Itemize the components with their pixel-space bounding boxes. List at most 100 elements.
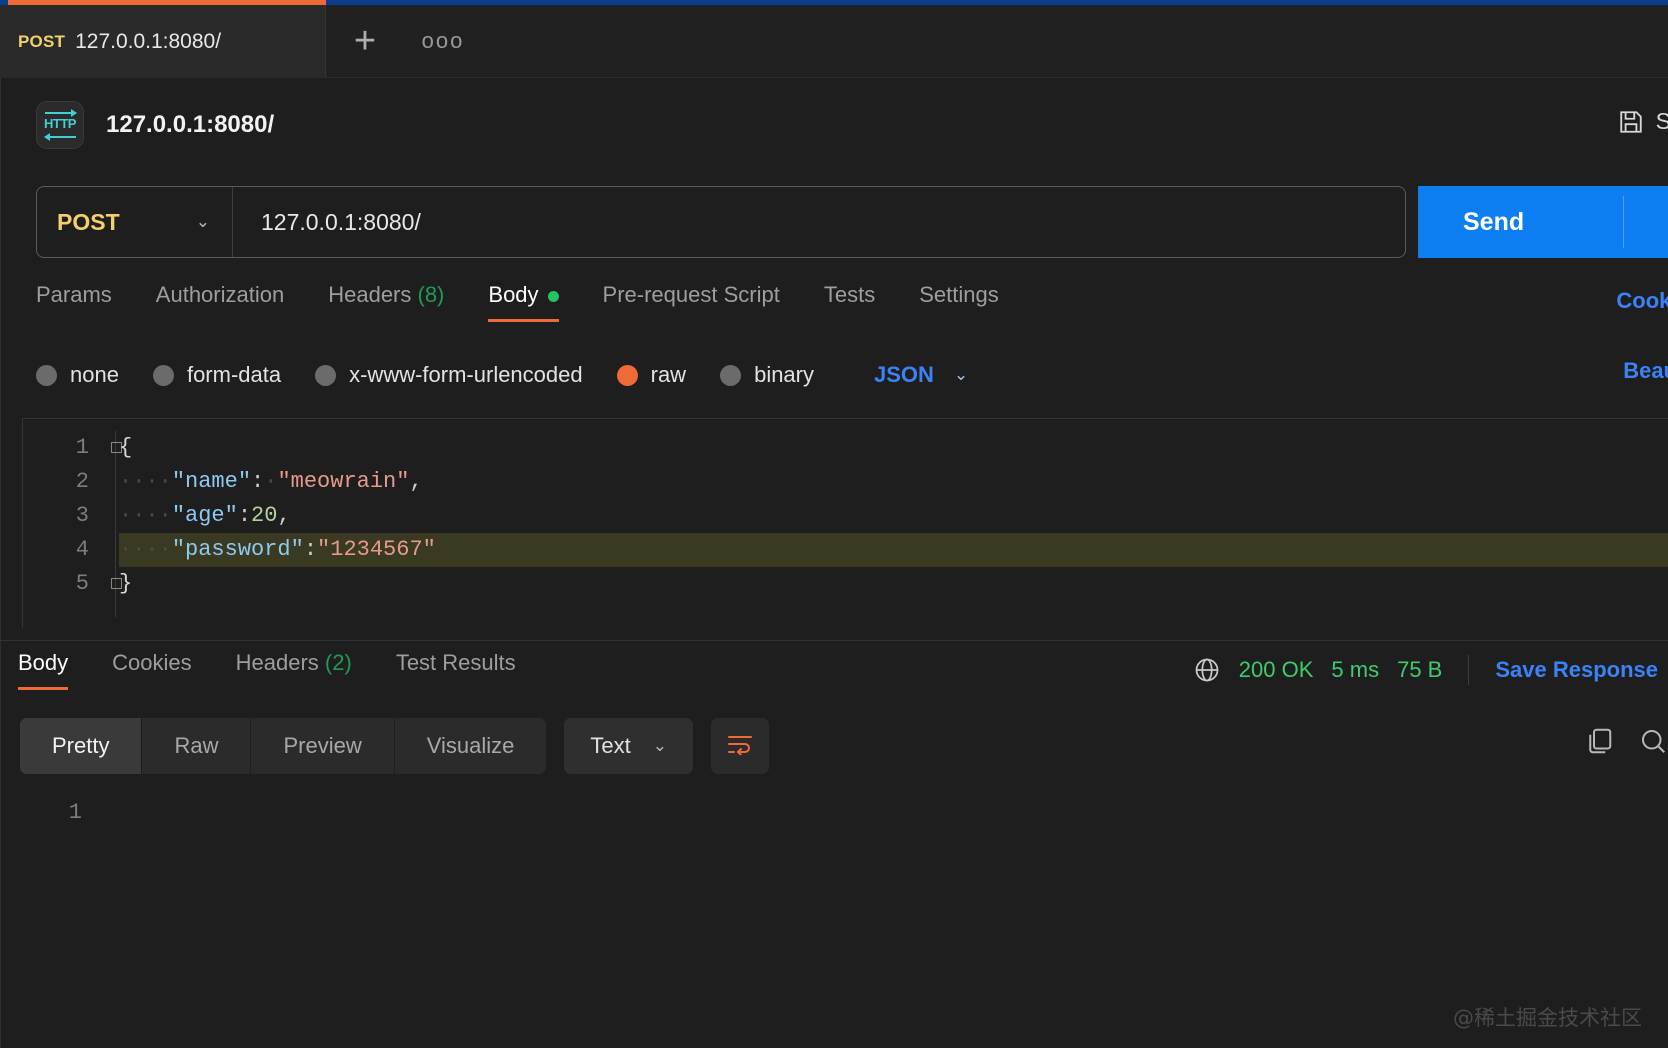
view-mode-pretty[interactable]: Pretty	[20, 718, 142, 774]
body-type-urlencoded[interactable]: x-www-form-urlencoded	[315, 362, 583, 388]
line-number: 1	[23, 431, 101, 465]
tab-params-label: Params	[36, 282, 112, 307]
response-status-code: 200 OK	[1239, 657, 1314, 683]
floppy-disk-icon	[1618, 109, 1644, 135]
save-button[interactable]: Save	[1618, 108, 1668, 135]
response-tab-headers-label: Headers	[236, 650, 319, 675]
body-type-none[interactable]: none	[36, 362, 119, 388]
line-number: 4	[23, 533, 101, 567]
save-button-label: Save	[1656, 108, 1668, 135]
response-tab-cookies-label: Cookies	[112, 650, 191, 675]
line-number: 3	[23, 499, 101, 533]
response-tab-body-label: Body	[18, 650, 68, 675]
wrap-lines-icon	[726, 733, 754, 760]
response-tab-headers-count: (2)	[325, 650, 352, 675]
request-tab-title: 127.0.0.1:8080/	[75, 30, 221, 54]
beautify-link[interactable]: Beautify	[1623, 358, 1668, 384]
tab-headers[interactable]: Headers (8)	[306, 282, 466, 322]
body-type-form-data-label: form-data	[187, 362, 281, 388]
wrap-lines-button[interactable]	[711, 718, 769, 774]
status-divider	[1468, 655, 1469, 685]
tab-params[interactable]: Params	[36, 282, 134, 322]
editor-line-numbers: 1 2 3 4 5	[23, 431, 101, 601]
tab-pre-request-script[interactable]: Pre-request Script	[581, 282, 802, 322]
response-tab-test-results-label: Test Results	[396, 650, 516, 675]
body-type-selector: none form-data x-www-form-urlencoded raw…	[36, 355, 1456, 395]
body-type-urlencoded-label: x-www-form-urlencoded	[349, 362, 583, 388]
view-mode-raw-label: Raw	[174, 733, 218, 759]
view-mode-raw[interactable]: Raw	[142, 718, 251, 774]
send-button-label: Send	[1463, 208, 1524, 237]
cookies-link[interactable]: Cookies	[1616, 288, 1668, 314]
response-line-number: 1	[42, 800, 82, 825]
tab-headers-label: Headers	[328, 282, 411, 307]
line-number: 5	[23, 567, 101, 601]
save-response-button[interactable]: Save Response	[1495, 657, 1658, 683]
tab-body[interactable]: Body	[466, 282, 580, 322]
request-tabs: Params Authorization Headers (8) Body Pr…	[36, 282, 1456, 328]
code-line: {	[119, 431, 1668, 465]
body-format-select[interactable]: JSON ⌄	[874, 362, 968, 388]
radio-icon	[720, 365, 741, 386]
watermark: @稀土掘金技术社区	[1453, 1002, 1642, 1032]
body-type-none-label: none	[70, 362, 119, 388]
response-action-icons	[1584, 726, 1666, 754]
code-line: ····"password":"1234567"	[119, 533, 1668, 567]
http-method-select[interactable]: POST ⌄	[37, 187, 233, 257]
new-tab-button[interactable]: +	[326, 5, 404, 77]
request-tab[interactable]: POST 127.0.0.1:8080/	[0, 5, 326, 78]
response-viewer-toolbar: Pretty Raw Preview Visualize Text ⌄	[20, 718, 1668, 774]
code-line: }	[119, 567, 1668, 601]
http-badge-label: HTTP	[37, 116, 83, 131]
code-line: ····"name":·"meowrain",	[119, 465, 1668, 499]
chevron-down-icon: ⌄	[196, 212, 210, 232]
request-name: 127.0.0.1:8080/	[106, 111, 274, 139]
response-size: 75 B	[1397, 657, 1442, 683]
request-tab-bar: POST 127.0.0.1:8080/ + ooo	[0, 5, 1668, 78]
body-type-binary[interactable]: binary	[720, 362, 814, 388]
http-method-value: POST	[57, 209, 120, 236]
body-type-form-data[interactable]: form-data	[153, 362, 281, 388]
body-type-binary-label: binary	[754, 362, 814, 388]
view-mode-pretty-label: Pretty	[52, 733, 109, 759]
request-body-editor[interactable]: 1 2 3 4 5 {····"name":·"meowrain",····"a…	[22, 418, 1668, 628]
response-type-select[interactable]: Text ⌄	[564, 718, 693, 774]
request-tab-method: POST	[18, 32, 65, 52]
tab-tests[interactable]: Tests	[802, 282, 897, 322]
response-tab-cookies[interactable]: Cookies	[90, 650, 213, 690]
body-type-raw-label: raw	[651, 362, 686, 388]
view-mode-visualize[interactable]: Visualize	[395, 718, 547, 774]
editor-code-area[interactable]: {····"name":·"meowrain",····"age":20,···…	[119, 431, 1668, 601]
radio-icon	[36, 365, 57, 386]
tab-tests-label: Tests	[824, 282, 875, 307]
tab-settings[interactable]: Settings	[897, 282, 1021, 322]
body-format-value: JSON	[874, 362, 934, 388]
search-icon[interactable]	[1638, 726, 1666, 754]
response-type-value: Text	[590, 733, 630, 759]
tab-options-button[interactable]: ooo	[404, 5, 482, 77]
more-horizontal-icon: ooo	[422, 28, 465, 54]
http-protocol-icon: HTTP	[36, 101, 84, 149]
chevron-down-icon: ⌄	[954, 365, 968, 385]
globe-icon	[1193, 656, 1221, 684]
copy-icon[interactable]	[1584, 726, 1612, 754]
view-mode-preview[interactable]: Preview	[251, 718, 394, 774]
response-tab-headers[interactable]: Headers (2)	[214, 650, 374, 690]
url-bar: POST ⌄ 127.0.0.1:8080/	[36, 186, 1406, 258]
response-tabs: Body Cookies Headers (2) Test Results	[18, 650, 918, 706]
request-header: HTTP 127.0.0.1:8080/ Save	[0, 86, 1668, 164]
response-tab-test-results[interactable]: Test Results	[374, 650, 538, 690]
tab-pre-request-script-label: Pre-request Script	[603, 282, 780, 307]
radio-icon	[153, 365, 174, 386]
tab-body-label: Body	[488, 282, 538, 307]
line-number: 2	[23, 465, 101, 499]
send-button[interactable]: Send	[1418, 186, 1668, 258]
tab-authorization[interactable]: Authorization	[134, 282, 306, 322]
postman-window: POST 127.0.0.1:8080/ + ooo HTTP 127.0.0.…	[0, 0, 1668, 1048]
body-modified-dot-icon	[548, 291, 559, 302]
response-tab-body[interactable]: Body	[18, 650, 90, 690]
response-body-area[interactable]: 1	[0, 790, 1668, 1048]
body-type-raw[interactable]: raw	[617, 362, 686, 388]
view-mode-preview-label: Preview	[283, 733, 361, 759]
url-input[interactable]: 127.0.0.1:8080/	[233, 209, 1405, 236]
